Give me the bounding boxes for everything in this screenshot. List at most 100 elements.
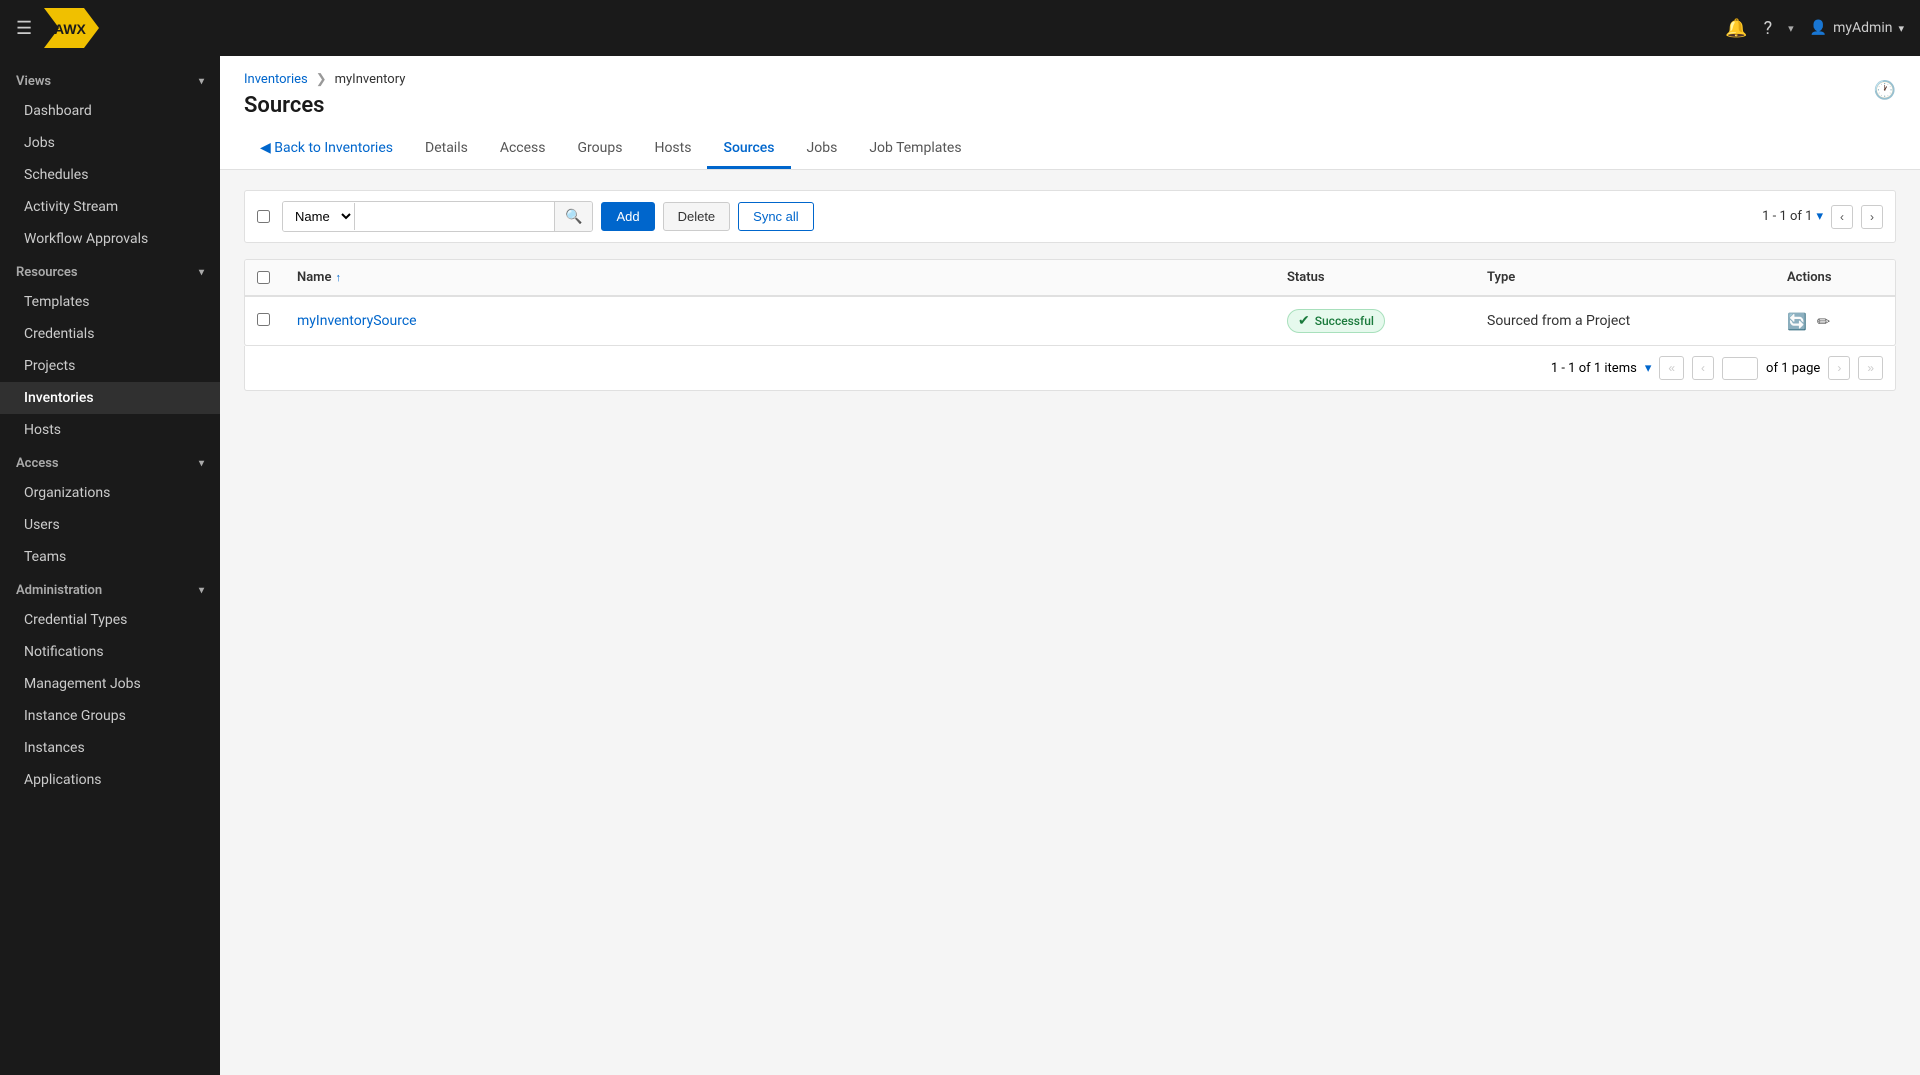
sidebar-item-teams[interactable]: Teams: [0, 541, 220, 573]
user-menu[interactable]: 👤 myAdmin ▾: [1810, 20, 1904, 36]
first-page-button[interactable]: «: [1659, 356, 1684, 380]
help-chevron[interactable]: ▾: [1788, 22, 1794, 35]
next-page-button[interactable]: ›: [1861, 205, 1883, 229]
sidebar-item-management-jobs[interactable]: Management Jobs: [0, 668, 220, 700]
data-table: Name ↑ Status Type Actions: [244, 259, 1896, 346]
prev-page-button[interactable]: ‹: [1831, 205, 1853, 229]
select-all-checkbox[interactable]: [257, 210, 270, 223]
tab-jobs[interactable]: Jobs: [791, 130, 854, 169]
content-area: Name 🔍 Add Delete Sync all 1 - 1 of 1 ▾ …: [220, 170, 1920, 1075]
tab-groups[interactable]: Groups: [562, 130, 639, 169]
pagination-dropdown[interactable]: ▾: [1816, 209, 1823, 224]
sidebar-section-views[interactable]: Views ▾: [0, 64, 220, 95]
sidebar-item-jobs[interactable]: Jobs: [0, 127, 220, 159]
awx-logo[interactable]: AWX: [44, 8, 104, 48]
toolbar-right: 1 - 1 of 1 ▾ ‹ ›: [1762, 205, 1883, 229]
sidebar-item-organizations[interactable]: Organizations: [0, 477, 220, 509]
status-badge: ✔ Successful: [1287, 309, 1385, 333]
search-button[interactable]: 🔍: [554, 202, 592, 231]
delete-button[interactable]: Delete: [663, 202, 731, 231]
sidebar-item-schedules[interactable]: Schedules: [0, 159, 220, 191]
sidebar-item-applications[interactable]: Applications: [0, 764, 220, 796]
sidebar-item-credential-types[interactable]: Credential Types: [0, 604, 220, 636]
top-nav-left: ☰ AWX: [16, 8, 104, 48]
tab-sources[interactable]: Sources: [707, 130, 790, 169]
breadcrumb-myinventory: myInventory: [335, 72, 406, 87]
sidebar-item-activity-stream[interactable]: Activity Stream: [0, 191, 220, 223]
hamburger-icon[interactable]: ☰: [16, 18, 32, 39]
row-name: myInventorySource: [285, 301, 1275, 341]
tab-back-to-inventories[interactable]: ◀ Back to Inventories: [244, 130, 409, 169]
name-sort-icon: ↑: [335, 271, 341, 284]
awx-logo-svg: AWX: [44, 8, 104, 48]
th-name[interactable]: Name ↑: [285, 260, 1275, 295]
tabs: ◀ Back to Inventories Details Access Gro…: [244, 130, 1896, 169]
pagination-info: 1 - 1 of 1 ▾: [1762, 209, 1823, 224]
row-select-checkbox[interactable]: [257, 313, 270, 326]
page-number-input[interactable]: 1: [1722, 357, 1758, 380]
items-dropdown-icon[interactable]: ▾: [1645, 361, 1652, 376]
help-icon[interactable]: ?: [1764, 18, 1773, 39]
sidebar-item-templates[interactable]: Templates: [0, 286, 220, 318]
sidebar-item-inventories[interactable]: Inventories: [0, 382, 220, 414]
sidebar-item-users[interactable]: Users: [0, 509, 220, 541]
header-select-all[interactable]: [257, 271, 270, 284]
history-icon[interactable]: 🕐: [1874, 80, 1896, 101]
th-actions: Actions: [1775, 260, 1895, 295]
items-count-text: 1 - 1 of 1 items: [1551, 361, 1637, 376]
sidebar-item-workflow-approvals[interactable]: Workflow Approvals: [0, 223, 220, 255]
sidebar-item-dashboard[interactable]: Dashboard: [0, 95, 220, 127]
row-checkbox: [245, 301, 285, 342]
sync-icon[interactable]: 🔄: [1787, 312, 1807, 331]
user-label: myAdmin: [1833, 20, 1892, 36]
sidebar-section-access[interactable]: Access ▾: [0, 446, 220, 477]
tab-hosts[interactable]: Hosts: [638, 130, 707, 169]
th-checkbox: [245, 260, 285, 295]
row-actions: 🔄 ✏: [1775, 300, 1895, 343]
sidebar-item-hosts[interactable]: Hosts: [0, 414, 220, 446]
main-content: Inventories ❯ myInventory Sources 🕐 ◀ Ba…: [220, 56, 1920, 1075]
filter-select-wrapper: Name 🔍: [282, 201, 593, 232]
resources-chevron-icon: ▾: [199, 267, 204, 278]
last-page-button[interactable]: »: [1858, 356, 1883, 380]
top-nav-right: 🔔 ? ▾ 👤 myAdmin ▾: [1725, 18, 1904, 39]
table-row: myInventorySource ✔ Successful Sourced f…: [245, 297, 1895, 345]
sidebar-item-instances[interactable]: Instances: [0, 732, 220, 764]
tab-job-templates[interactable]: Job Templates: [853, 130, 977, 169]
page-header: Inventories ❯ myInventory Sources 🕐 ◀ Ba…: [220, 56, 1920, 170]
filter-input[interactable]: [354, 203, 554, 230]
user-chevron-icon: ▾: [1898, 22, 1904, 35]
sidebar-item-credentials[interactable]: Credentials: [0, 318, 220, 350]
access-chevron-icon: ▾: [199, 458, 204, 469]
th-type: Type: [1475, 260, 1775, 295]
sidebar-section-administration[interactable]: Administration ▾: [0, 573, 220, 604]
page-title: Sources: [244, 93, 405, 118]
th-status: Status: [1275, 260, 1475, 295]
toolbar: Name 🔍 Add Delete Sync all 1 - 1 of 1 ▾ …: [244, 190, 1896, 243]
add-button[interactable]: Add: [601, 202, 654, 231]
prev-page-btn-bottom[interactable]: ‹: [1692, 356, 1714, 380]
app-body: Views ▾ Dashboard Jobs Schedules Activit…: [0, 56, 1920, 1075]
sync-all-button[interactable]: Sync all: [738, 202, 814, 231]
sidebar-item-projects[interactable]: Projects: [0, 350, 220, 382]
notification-icon[interactable]: 🔔: [1725, 18, 1747, 39]
breadcrumb-separator: ❯: [316, 72, 327, 87]
sidebar-item-instance-groups[interactable]: Instance Groups: [0, 700, 220, 732]
bottom-pagination: 1 - 1 of 1 items ▾ « ‹ 1 of 1 page › »: [244, 346, 1896, 391]
edit-icon[interactable]: ✏: [1817, 312, 1830, 331]
breadcrumb-inventories[interactable]: Inventories: [244, 72, 308, 87]
sidebar-section-resources[interactable]: Resources ▾: [0, 255, 220, 286]
table-header: Name ↑ Status Type Actions: [245, 260, 1895, 297]
tab-access[interactable]: Access: [484, 130, 562, 169]
views-chevron-icon: ▾: [199, 76, 204, 87]
tab-details[interactable]: Details: [409, 130, 484, 169]
filter-select[interactable]: Name: [283, 202, 354, 231]
row-status: ✔ Successful: [1275, 297, 1475, 345]
sidebar-item-notifications[interactable]: Notifications: [0, 636, 220, 668]
next-page-btn-bottom[interactable]: ›: [1828, 356, 1850, 380]
source-name-link[interactable]: myInventorySource: [297, 313, 417, 329]
user-icon: 👤: [1810, 20, 1827, 36]
svg-text:AWX: AWX: [54, 21, 87, 37]
administration-chevron-icon: ▾: [199, 585, 204, 596]
action-icons: 🔄 ✏: [1787, 312, 1883, 331]
